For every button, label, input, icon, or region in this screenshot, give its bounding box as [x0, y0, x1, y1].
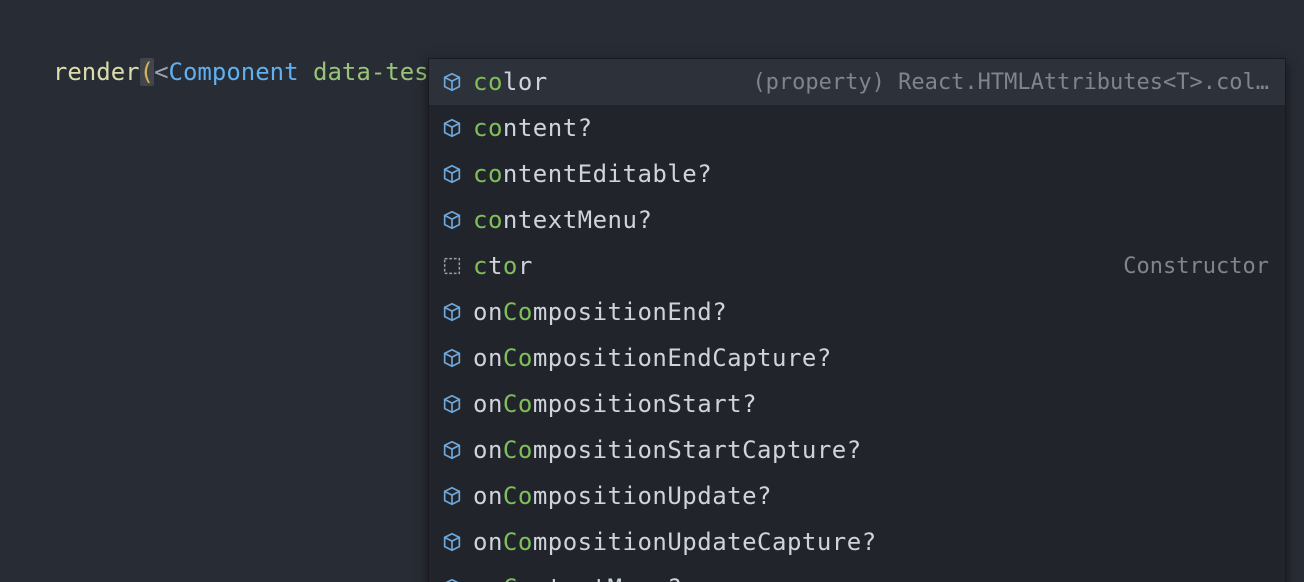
field-icon	[441, 485, 463, 507]
suggestion-label: contentEditable?	[473, 156, 712, 192]
constructor-icon	[441, 255, 463, 277]
token-lt: <	[154, 58, 168, 86]
suggestion-label: onCompositionEndCapture?	[473, 340, 832, 376]
suggestion-item[interactable]: contentEditable?	[429, 151, 1285, 197]
token-jsx-component: Component	[169, 58, 299, 86]
suggestion-detail: Constructor	[1123, 250, 1269, 283]
suggestion-item[interactable]: onCompositionEnd?	[429, 289, 1285, 335]
suggestion-label: onContextMenu?	[473, 570, 682, 582]
field-icon	[441, 531, 463, 553]
field-icon	[441, 439, 463, 461]
suggestion-label: color	[473, 64, 548, 100]
suggestion-item[interactable]: color (property) React.HTMLAttributes<T>.…	[429, 59, 1285, 105]
suggestion-label: content?	[473, 110, 593, 146]
field-icon	[441, 209, 463, 231]
field-icon	[441, 393, 463, 415]
suggestion-detail: (property) React.HTMLAttributes<T>.col…	[752, 66, 1269, 99]
field-icon	[441, 163, 463, 185]
suggestion-label: ctor	[473, 248, 533, 284]
suggestion-label: onCompositionUpdate?	[473, 478, 772, 514]
field-icon	[441, 71, 463, 93]
code-editor[interactable]: render(<Component data-testid="bake-5-di…	[0, 0, 1304, 180]
suggestion-item[interactable]: onCompositionUpdateCapture?	[429, 519, 1285, 565]
suggestion-item[interactable]: onCompositionStartCapture?	[429, 427, 1285, 473]
suggestion-item[interactable]: contextMenu?	[429, 197, 1285, 243]
suggestion-label: contextMenu?	[473, 202, 652, 238]
suggestion-item[interactable]: onCompositionUpdate?	[429, 473, 1285, 519]
field-icon	[441, 577, 463, 582]
suggestion-item[interactable]: ctor Constructor	[429, 243, 1285, 289]
token-open-paren: (	[140, 58, 154, 86]
suggestion-item[interactable]: onCompositionEndCapture?	[429, 335, 1285, 381]
suggestion-label: onCompositionStart?	[473, 386, 757, 422]
suggestion-item[interactable]: onContextMenu?	[429, 565, 1285, 582]
autocomplete-popup[interactable]: color (property) React.HTMLAttributes<T>.…	[428, 58, 1286, 582]
suggestion-item[interactable]: onCompositionStart?	[429, 381, 1285, 427]
suggestion-label: onCompositionEnd?	[473, 294, 727, 330]
suggestion-item[interactable]: content?	[429, 105, 1285, 151]
suggestion-label: onCompositionUpdateCapture?	[473, 524, 877, 560]
field-icon	[441, 117, 463, 139]
field-icon	[441, 301, 463, 323]
suggestion-label: onCompositionStartCapture?	[473, 432, 862, 468]
field-icon	[441, 347, 463, 369]
token-function-call: render	[53, 58, 140, 86]
